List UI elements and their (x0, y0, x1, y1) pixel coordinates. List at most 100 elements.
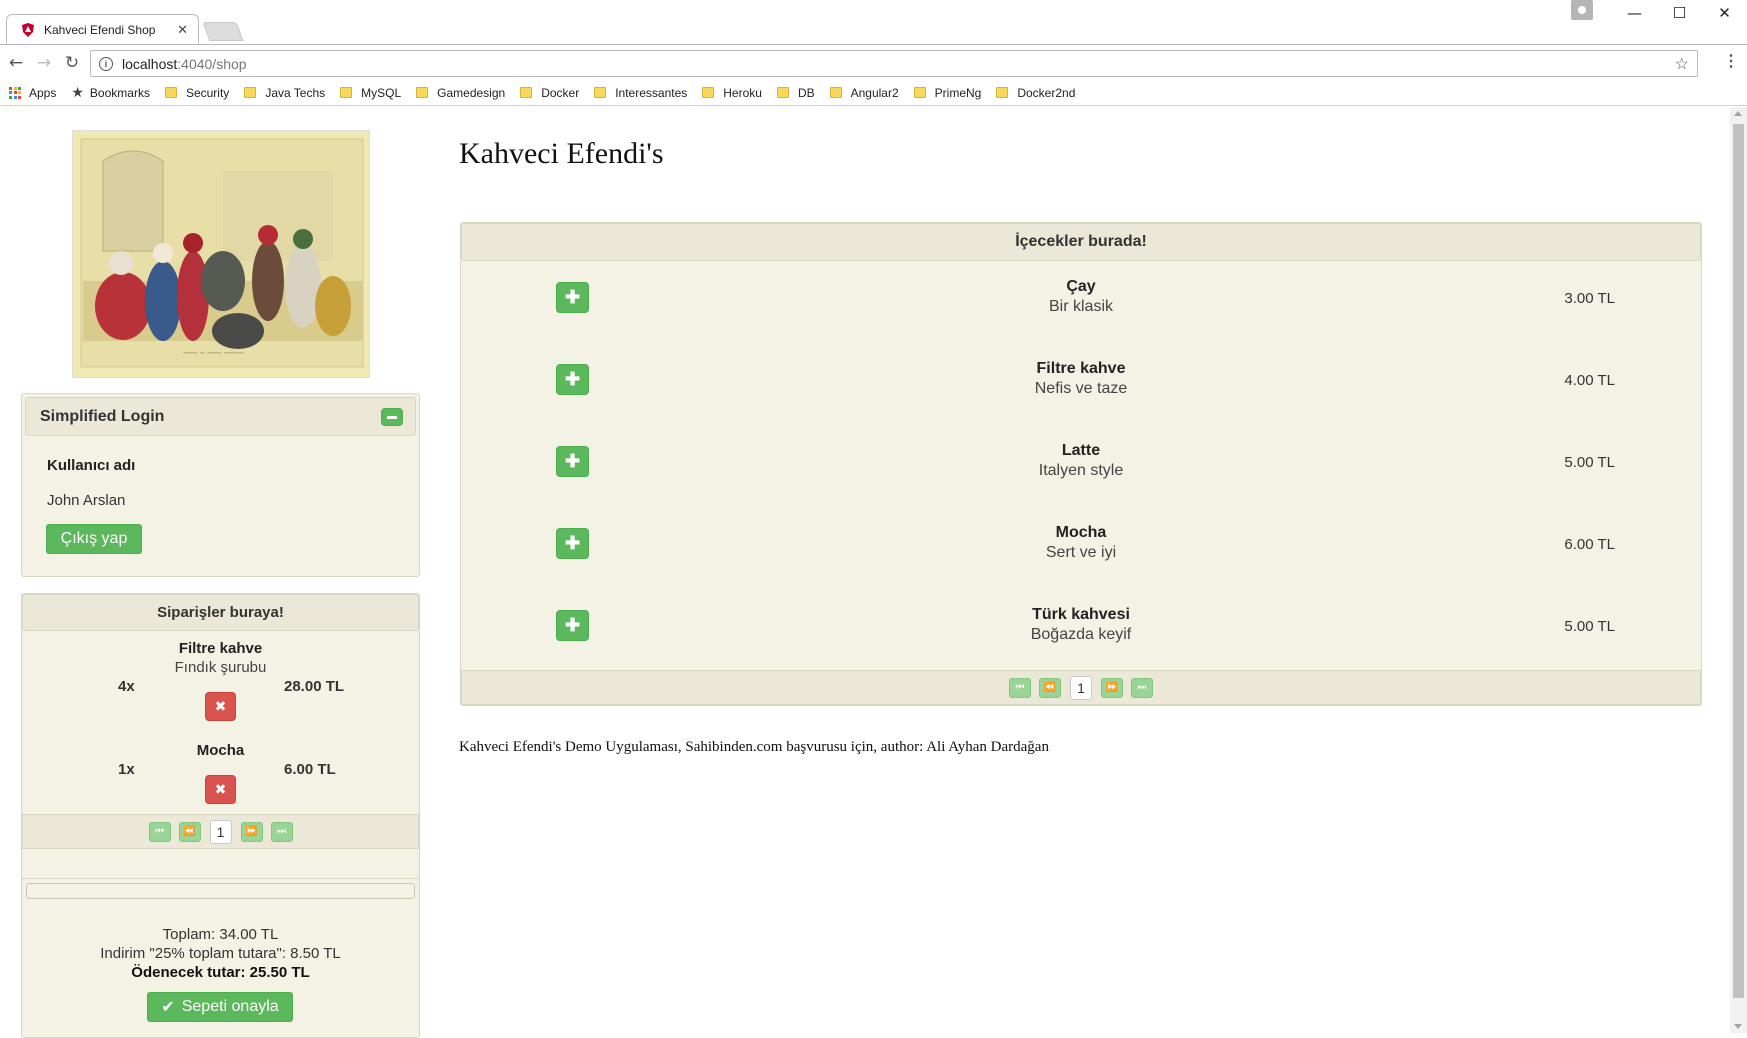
product-desc: Sert ve iyi (1045, 544, 1117, 561)
bookmark-label: DB (797, 85, 815, 100)
product-name: Çay (1066, 278, 1096, 295)
orders-panel-header: Siparişler buraya! (22, 594, 419, 631)
prev-page-icon[interactable]: ⏪ (1039, 677, 1061, 698)
first-page-icon[interactable]: ⏮ (1009, 677, 1031, 698)
last-page-icon[interactable]: ⏭ (270, 821, 293, 842)
remove-item-icon[interactable]: ✖ (205, 692, 236, 721)
next-page-icon[interactable]: ⏩ (1101, 677, 1123, 698)
orders-paginator: ⏮ ⏪ 1 ⏩ ⏭ (22, 814, 419, 849)
orders-panel: Siparişler buraya! Filtre kahve Fındık ş… (21, 593, 420, 920)
summary-payable: Ödenecek tutar: 25.50 TL (131, 964, 310, 981)
bookmark-heroku[interactable]: Heroku (702, 86, 762, 100)
bookmark-docker2nd[interactable]: Docker2nd (996, 86, 1075, 100)
bookmark-label: Docker2nd (1017, 85, 1076, 100)
product-name: Mocha (1055, 524, 1107, 541)
info-icon[interactable]: i (99, 56, 113, 71)
bookmark-db[interactable]: DB (776, 85, 815, 100)
bookmark-label: Bookmarks (89, 85, 150, 100)
product-price: 4.00 TL (1564, 372, 1615, 389)
page-scrollbar[interactable] (1730, 107, 1747, 1033)
folder-icon (340, 87, 353, 98)
bookmark-angular2[interactable]: Angular2 (829, 86, 899, 100)
bookmark-primeng[interactable]: PrimeNg (913, 85, 982, 100)
url-host: localhost (122, 55, 178, 72)
product-name: Türk kahvesi (1032, 606, 1130, 623)
profile-icon[interactable] (1571, 0, 1593, 20)
maximize-icon[interactable]: ☐ (1657, 0, 1702, 26)
progress-bar (26, 883, 415, 899)
bookmark-security[interactable]: Security (164, 85, 230, 100)
product-name: Latte (1061, 442, 1101, 459)
page-number[interactable]: 1 (209, 819, 232, 844)
products-panel: İçecekler burada! ✚ Çay Bir klasik 3.00 … (460, 222, 1702, 706)
collapse-minus-icon[interactable] (381, 408, 403, 426)
bookmark-apps[interactable]: Apps (9, 86, 56, 100)
folder-icon (244, 87, 257, 98)
bookmark-gamedesign[interactable]: Gamedesign (416, 86, 505, 100)
window-controls: — ☐ ✕ (1571, 0, 1747, 26)
product-price: 6.00 TL (1564, 536, 1615, 553)
bookmark-label: PrimeNg (934, 85, 982, 100)
bookmark-label: Gamedesign (437, 85, 506, 100)
login-panel: Simplified Login Kullanıcı adı John Arsl… (21, 393, 420, 577)
product-row: ✚ Latte Italyen style 5.00 TL (461, 425, 1701, 507)
bookmark-label: Security (185, 85, 230, 100)
confirm-cart-button[interactable]: ✔ Sepeti onayla (147, 992, 293, 1022)
remove-item-icon[interactable]: ✖ (205, 775, 236, 804)
scrollbar-thumb[interactable] (1733, 124, 1744, 998)
prev-page-icon[interactable]: ⏪ (178, 821, 201, 842)
first-page-icon[interactable]: ⏮ (148, 821, 171, 842)
minimize-icon[interactable]: — (1612, 0, 1657, 26)
username-label: Kullanıcı adı (47, 457, 136, 474)
summary-discount: Indirim "25% toplam tutara": 8.50 TL (100, 945, 341, 962)
product-price: 5.00 TL (1564, 618, 1615, 635)
bookmark-label: Apps (29, 85, 57, 100)
products-paginator: ⏮ ⏪ 1 ⏩ ⏭ (461, 670, 1701, 705)
bookmark-interessantes[interactable]: Interessantes (594, 86, 687, 100)
folder-icon (776, 87, 789, 98)
bookmark-java-techs[interactable]: Java Techs (244, 86, 325, 100)
check-icon: ✔ (161, 999, 175, 1016)
reload-icon[interactable]: ↻ (61, 52, 83, 74)
bookmark-label: Heroku (723, 85, 762, 100)
page-content: ~~~ ~ ~~~ ~~~~ Simplified Login Kullanıc… (0, 107, 1747, 1038)
order-item-desc: Fındık şurubu (174, 659, 267, 676)
order-item-qty: 1x (118, 761, 135, 778)
shield-favicon-icon (22, 23, 34, 37)
forward-arrow-icon[interactable]: → (33, 52, 55, 74)
folder-icon (164, 87, 177, 98)
folder-icon (829, 87, 842, 98)
new-tab-button[interactable] (202, 22, 244, 41)
page-number[interactable]: 1 (1070, 675, 1092, 700)
menu-dots-icon[interactable]: ⋮ (1723, 53, 1739, 71)
back-arrow-icon[interactable]: ← (5, 52, 27, 74)
bookmark-bookmarks[interactable]: ★ Bookmarks (71, 84, 150, 101)
bookmark-star-icon[interactable]: ☆ (1675, 54, 1689, 74)
last-page-icon[interactable]: ⏭ (1131, 677, 1153, 698)
product-price: 5.00 TL (1564, 454, 1615, 471)
star-icon: ★ (71, 84, 84, 100)
bookmark-mysql[interactable]: MySQL (340, 86, 401, 100)
browser-toolbar: ← → ↻ i localhost:4040/shop ☆ ⋮ (0, 44, 1747, 80)
order-item-name: Mocha (196, 742, 245, 759)
scroll-down-arrow-icon[interactable] (1734, 1024, 1742, 1029)
footer-text: Kahveci Efendi's Demo Uygulaması, Sahibi… (459, 739, 1049, 755)
page-title: Kahveci Efendi's (459, 137, 664, 170)
tab-title: Kahveci Efendi Shop (44, 23, 156, 37)
summary-panel: Toplam: 34.00 TL Indirim "25% toplam tut… (21, 878, 420, 1038)
logout-button[interactable]: Çıkış yap (46, 524, 142, 554)
close-window-icon[interactable]: ✕ (1702, 0, 1747, 26)
tab-close-icon[interactable]: ✕ (177, 22, 188, 38)
product-row: ✚ Çay Bir klasik 3.00 TL (461, 261, 1701, 343)
browser-tab[interactable]: Kahveci Efendi Shop ✕ (6, 14, 199, 45)
bookmark-docker[interactable]: Docker (520, 86, 579, 100)
product-row: ✚ Filtre kahve Nefis ve taze 4.00 TL (461, 343, 1701, 425)
next-page-icon[interactable]: ⏩ (240, 821, 263, 842)
products-panel-header: İçecekler burada! (461, 223, 1701, 261)
bookmark-label: Docker (541, 85, 580, 100)
address-bar[interactable]: i localhost:4040/shop ☆ (90, 50, 1698, 77)
scroll-up-arrow-icon[interactable] (1734, 111, 1742, 116)
order-item-qty: 4x (118, 678, 135, 695)
order-item-name: Filtre kahve (178, 640, 263, 657)
login-panel-header[interactable]: Simplified Login (25, 397, 416, 436)
